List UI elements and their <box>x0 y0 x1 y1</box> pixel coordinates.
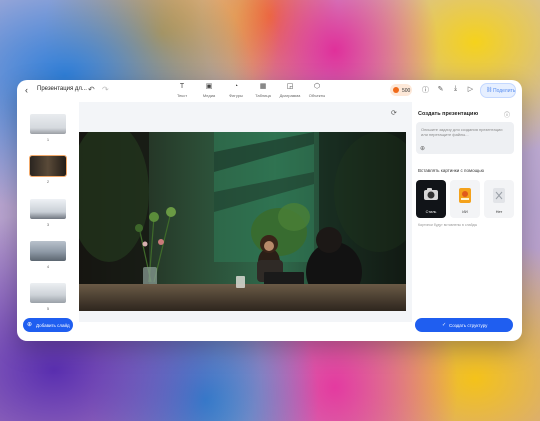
objects-icon: ⬡ <box>313 83 321 90</box>
coin-icon <box>393 87 399 93</box>
sparkle-icon: ✓ <box>442 322 447 328</box>
tool-objects[interactable]: ⬡ Объекты <box>302 82 332 98</box>
style-option-stil[interactable]: Стиль <box>416 180 446 218</box>
tool-chart[interactable]: ◲ Диаграмма <box>275 82 305 98</box>
add-slide-button[interactable]: ⊕ Добавить слайд <box>23 318 73 332</box>
shapes-icon: ◔ <box>233 83 239 90</box>
attach-icon[interactable]: ⊕ <box>420 145 425 152</box>
download-icon[interactable]: ⤓ <box>451 85 460 93</box>
slide-canvas[interactable]: ⟳ <box>79 102 412 322</box>
panel-title: Создать презентацию <box>418 111 479 117</box>
refresh-icon[interactable]: ⟳ <box>391 109 397 117</box>
slide-photo[interactable] <box>79 132 406 311</box>
plus-icon: ⊕ <box>27 322 33 328</box>
slide-thumbnail[interactable] <box>30 241 66 261</box>
editor-window: ‹ Презентация дл... ↶ ↷ T Текст ▣ Медиа … <box>17 80 522 341</box>
prompt-input[interactable]: Опишите задачу для создания презентации … <box>416 122 514 154</box>
top-toolbar: ‹ Презентация дл... ↶ ↷ T Текст ▣ Медиа … <box>17 80 522 102</box>
redo-icon[interactable]: ↷ <box>102 85 109 94</box>
chart-icon: ◲ <box>286 83 294 90</box>
slide-thumbnail-selected[interactable] <box>29 155 67 177</box>
edit-icon[interactable]: ✎ <box>436 85 445 93</box>
tool-text[interactable]: T Текст <box>167 82 197 98</box>
credits-badge[interactable]: 500 <box>390 84 412 96</box>
tool-table[interactable]: ▦ Таблица <box>248 82 278 98</box>
no-image-icon <box>493 188 505 203</box>
slide-thumbnail[interactable] <box>30 283 66 303</box>
tool-shapes[interactable]: ◔ Фигуры <box>221 82 251 98</box>
back-icon[interactable]: ‹ <box>25 85 28 95</box>
share-button[interactable]: ⛓ Поделить <box>480 83 516 98</box>
play-icon[interactable]: ▷ <box>466 85 475 93</box>
style-option-ai[interactable]: ИИ <box>450 180 480 218</box>
create-structure-button[interactable]: ✓ Создать структуру <box>415 318 513 332</box>
info-icon[interactable]: ⓘ <box>421 85 430 95</box>
styles-label: Вставлять картинки с помощью <box>418 168 484 173</box>
styles-hint: Картинки будут вставлены в слайды <box>418 223 478 227</box>
table-icon: ▦ <box>259 83 267 90</box>
undo-icon[interactable]: ↶ <box>88 85 95 94</box>
slide-thumbnail[interactable] <box>30 114 66 134</box>
slide-thumbnail[interactable] <box>30 199 66 219</box>
slide-thumbnails: 1 2 3 4 5 <box>27 110 69 325</box>
info-icon[interactable]: ⓘ <box>504 110 510 119</box>
ai-image-icon <box>459 188 471 203</box>
text-icon: T <box>179 83 185 90</box>
tool-media[interactable]: ▣ Медиа <box>194 82 224 98</box>
style-option-none[interactable]: Нет <box>484 180 514 218</box>
office-photo-image <box>79 132 406 311</box>
media-icon: ▣ <box>205 83 213 90</box>
prompt-placeholder: Опишите задачу для создания презентации … <box>421 127 503 137</box>
document-title[interactable]: Презентация дл... <box>37 86 87 92</box>
ai-side-panel: Создать презентацию ⓘ Опишите задачу для… <box>416 110 516 310</box>
link-icon: ⛓ <box>486 87 493 93</box>
camera-icon <box>424 188 438 200</box>
